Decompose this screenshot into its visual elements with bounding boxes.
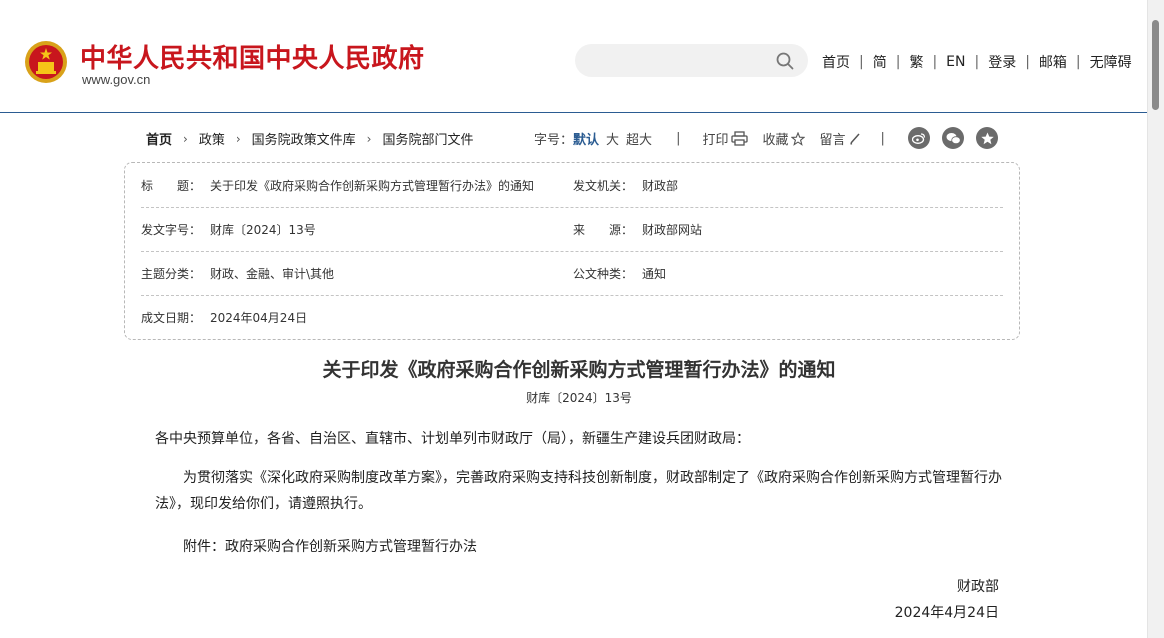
breadcrumb-department-docs[interactable]: 国务院部门文件 [382,129,473,148]
breadcrumb-policy[interactable]: 政策 [199,129,225,148]
meta-docno: 发文字号： 财库〔2024〕13号 [141,221,316,238]
search-input[interactable] [575,44,808,77]
article-toolbar: 字号： 默认 大 超大 | 打印 收藏 留言 | [534,129,885,148]
nav-mail[interactable]: 邮箱 [1039,52,1067,72]
meta-label: 发文字号： [141,223,202,237]
document-body: 为贯彻落实《深化政府采购制度改革方案》，完善政府采购支持科技创新制度，财政部制定… [155,470,1002,512]
nav-simplified[interactable]: 简 [873,52,887,72]
nav-home[interactable]: 首页 [822,52,850,72]
nav-separator: | [932,54,938,70]
meta-label: 来 源： [573,223,634,237]
meta-label: 标 题： [141,179,202,193]
comment-button[interactable]: 留言 [819,129,860,148]
toolbar-divider: | [676,131,681,146]
meta-label: 成文日期： [141,311,202,325]
metadata-row: 标 题： 关于印发《政府采购合作创新采购方式管理暂行办法》的通知 发文机关： 财政部 [141,163,1003,208]
document-signature: 财政部 [957,579,999,595]
nav-english[interactable]: EN [946,54,965,70]
toolbar-divider: | [880,131,885,146]
print-button[interactable]: 打印 [702,129,749,148]
font-size-large[interactable]: 大 [606,129,619,148]
favorite-button[interactable]: 收藏 [762,129,806,148]
share-icons [908,127,1010,149]
search-icon[interactable] [776,52,794,70]
document-number: 财库〔2024〕13号 [526,391,632,405]
site-header: 中华人民共和国中央人民政府 www.gov.cn 首页 | 简 | 繁 | EN… [0,0,1148,113]
qzone-icon[interactable] [976,127,998,149]
font-size-default[interactable]: 默认 [573,129,599,148]
meta-label: 主题分类： [141,267,202,281]
chevron-right-icon: › [183,131,188,146]
nav-separator: | [1075,54,1081,70]
document-metadata-table: 标 题： 关于印发《政府采购合作创新采购方式管理暂行办法》的通知 发文机关： 财政部… [124,162,1020,340]
pencil-icon [849,133,860,145]
meta-source: 来 源： 财政部网站 [573,221,702,238]
meta-value: 2024年04月24日 [210,311,308,325]
print-label: 打印 [702,133,729,148]
weibo-icon[interactable] [908,127,930,149]
metadata-row: 主题分类： 财政、金融、审计\其他 公文种类： 通知 [141,251,1003,296]
meta-value: 关于印发《政府采购合作创新采购方式管理暂行办法》的通知 [210,179,535,193]
meta-value: 财库〔2024〕13号 [210,223,316,237]
breadcrumb: 首页 › 政策 › 国务院政策文件库 › 国务院部门文件 [146,129,474,149]
nav-separator: | [1025,54,1030,70]
chevron-right-icon: › [235,131,241,146]
nav-separator: | [859,54,864,70]
metadata-row: 发文字号： 财库〔2024〕13号 来 源： 财政部网站 [141,207,1003,252]
chevron-right-icon: › [366,131,372,146]
scrollbar-thumb[interactable] [1152,20,1159,110]
site-url[interactable]: www.gov.cn [82,72,150,87]
meta-label: 公文种类： [573,267,634,281]
document-title: 关于印发《政府采购合作创新采购方式管理暂行办法》的通知 [322,359,836,381]
meta-value: 财政部 [642,179,679,193]
comment-label: 留言 [819,133,846,148]
meta-value: 财政部网站 [642,223,703,237]
document-sign-date: 2024年4月24日 [894,605,999,621]
meta-value: 通知 [642,267,667,281]
meta-issuer: 发文机关： 财政部 [573,177,678,194]
meta-topic: 主题分类： 财政、金融、审计\其他 [141,265,334,282]
meta-label: 发文机关： [573,179,634,193]
breadcrumb-home[interactable]: 首页 [146,129,172,148]
site-title[interactable]: 中华人民共和国中央人民政府 [80,38,425,75]
page-scrollbar[interactable] [1147,0,1164,638]
nav-separator: | [974,54,980,70]
top-nav: 首页 | 简 | 繁 | EN | 登录 | 邮箱 | 无障碍 [822,52,1132,72]
favorite-label: 收藏 [762,133,789,148]
nav-accessibility[interactable]: 无障碍 [1090,52,1132,72]
star-icon [791,131,806,146]
font-size-xlarge[interactable]: 超大 [626,129,652,148]
meta-date: 成文日期： 2024年04月24日 [141,309,307,326]
font-size-label: 字号： [534,133,574,148]
meta-title: 标 题： 关于印发《政府采购合作创新采购方式管理暂行办法》的通知 [141,177,534,194]
breadcrumb-policy-library[interactable]: 国务院政策文件库 [252,129,356,148]
printer-icon [731,131,749,146]
wechat-icon[interactable] [942,127,964,149]
national-emblem-icon[interactable] [24,40,68,84]
document-salutation: 各中央预算单位，各省、自治区、直辖市、计划单列市财政厅（局），新疆生产建设兵团财… [155,431,750,447]
meta-value: 财政、金融、审计\其他 [210,267,335,281]
nav-traditional[interactable]: 繁 [909,52,923,72]
document-attachment: 附件：政府采购合作创新采购方式管理暂行办法 [183,539,477,555]
nav-login[interactable]: 登录 [988,52,1016,72]
nav-separator: | [895,54,901,70]
metadata-row: 成文日期： 2024年04月24日 [141,295,1003,339]
meta-type: 公文种类： 通知 [573,265,666,282]
